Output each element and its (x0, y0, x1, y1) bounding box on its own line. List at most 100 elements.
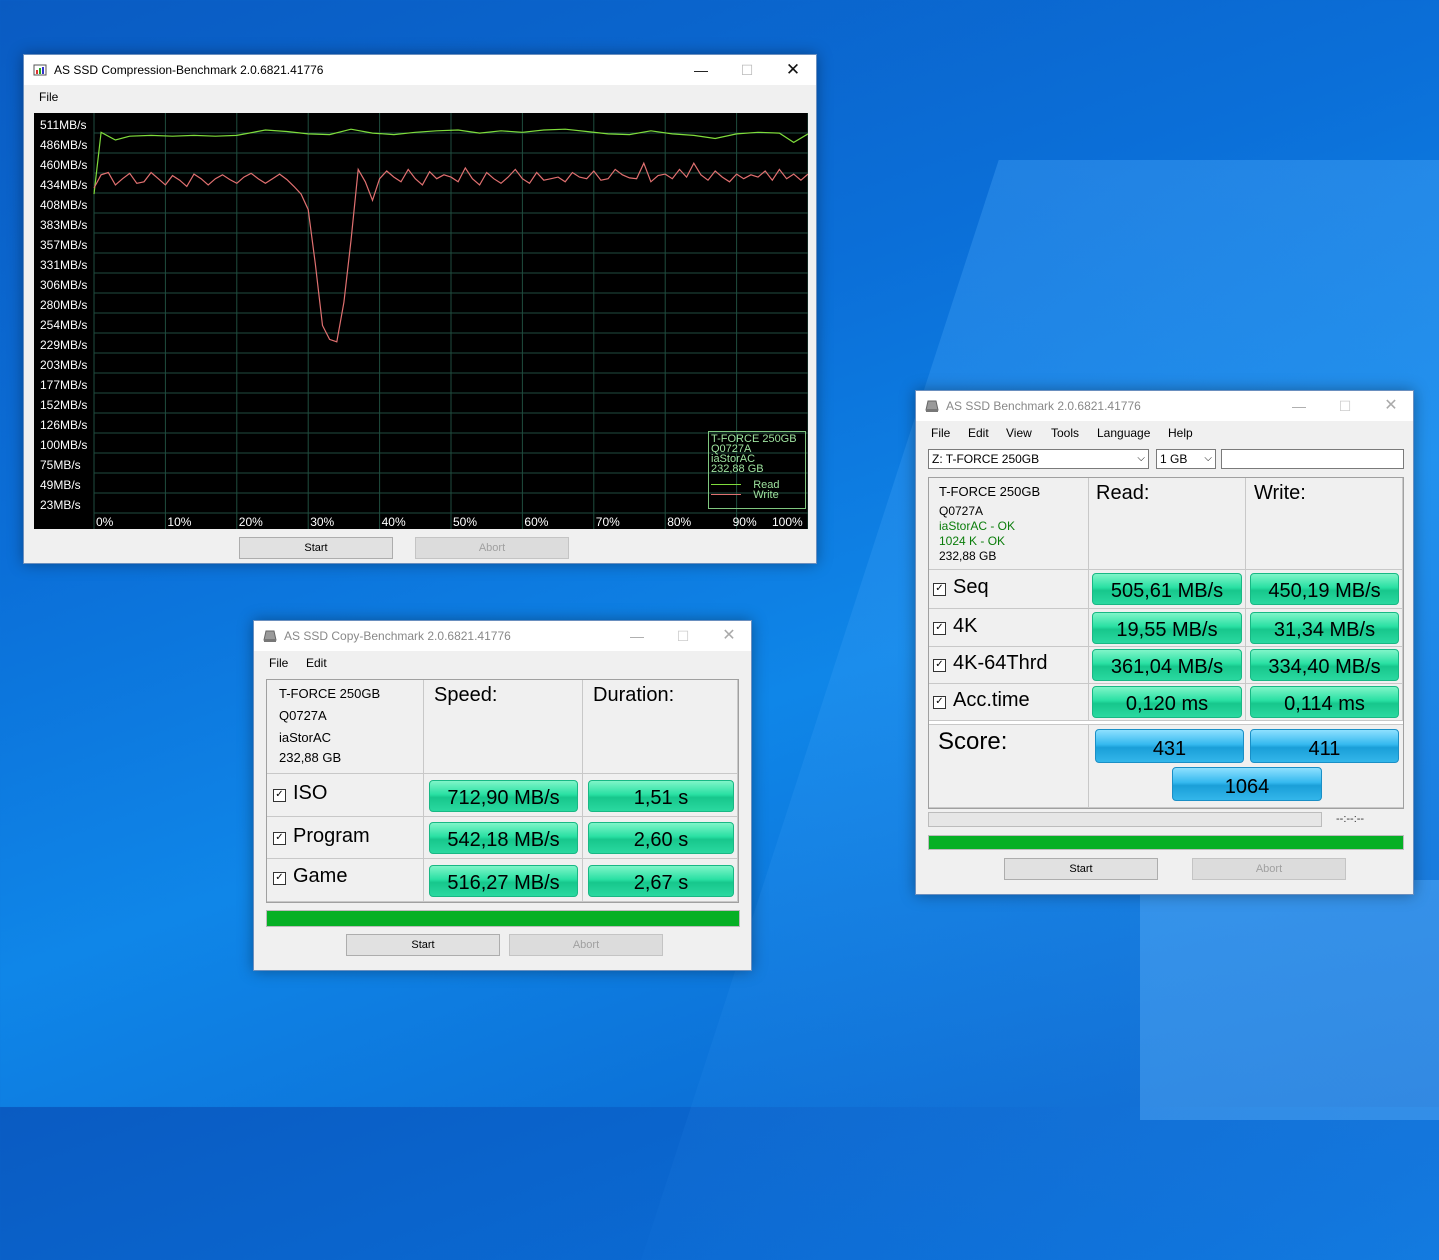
read-header-cell: Read: (1089, 478, 1246, 570)
drive-name: T-FORCE 250GB (939, 484, 1041, 499)
4k-read-cell: 19,55 MB/s (1089, 609, 1246, 647)
abort-button[interactable]: Abort (415, 537, 569, 559)
menu-file[interactable]: File (931, 426, 950, 440)
compression-graph: 511MB/s 486MB/s 460MB/s 434MB/s 408MB/s 383MB… (34, 113, 808, 529)
window-title: AS SSD Benchmark 2.0.6821.41776 (946, 399, 1141, 413)
duration-header: Duration: (593, 684, 675, 706)
program-label: Program (293, 825, 370, 847)
menu-view[interactable]: View (1006, 426, 1032, 440)
score-total-value: 1064 (1172, 767, 1322, 801)
game-speed-cell: 516,27 MB/s (424, 859, 583, 902)
iso-checkbox[interactable]: ✓ (273, 789, 286, 802)
drive-info-cell: T-FORCE 250GB Q0727A iaStorAC 232,88 GB (267, 680, 424, 774)
drive-select[interactable]: Z: T-FORCE 250GB ⌵ (928, 449, 1149, 469)
seq-checkbox[interactable]: ✓ (933, 583, 946, 596)
menu-bar: File (24, 85, 816, 109)
y-tick-label: 100MB/s (40, 438, 88, 452)
score-label-cell: Score: (929, 724, 1089, 808)
start-button[interactable]: Start (1004, 858, 1158, 880)
title-bar[interactable]: AS SSD Copy-Benchmark 2.0.6821.41776 — ☐… (254, 621, 751, 651)
x-tick-label: 80% (667, 515, 692, 529)
duration-header-cell: Duration: (583, 680, 738, 774)
size-select[interactable]: 1 GB ⌵ (1156, 449, 1216, 469)
score-read-value: 431 (1095, 729, 1244, 763)
menu-file[interactable]: File (269, 656, 288, 670)
drive-firmware: Q0727A (279, 708, 327, 723)
wallpaper-light-block (1140, 880, 1439, 1120)
y-tick-label: 280MB/s (40, 298, 88, 312)
speed-header: Speed: (434, 684, 498, 706)
y-tick-label: 383MB/s (40, 218, 88, 232)
minimize-icon[interactable]: — (614, 621, 660, 651)
y-tick-label: 229MB/s (40, 338, 88, 352)
acc-time-read-cell: 0,120 ms (1089, 684, 1246, 721)
x-tick-label: 0% (96, 515, 114, 529)
copy-progress-bar (266, 910, 740, 927)
write-header-cell: Write: (1246, 478, 1403, 570)
maximize-icon[interactable]: ☐ (1322, 391, 1368, 421)
minimize-icon[interactable]: — (678, 55, 724, 85)
seq-write-cell: 450,19 MB/s (1246, 570, 1403, 609)
program-duration-cell: 2,60 s (583, 817, 738, 859)
menu-edit[interactable]: Edit (968, 426, 989, 440)
4k-64thrd-write-value: 334,40 MB/s (1250, 649, 1399, 681)
4k-64thrd-checkbox[interactable]: ✓ (933, 659, 946, 672)
program-speed-cell: 542,18 MB/s (424, 817, 583, 859)
benchmark-window: AS SSD Benchmark 2.0.6821.41776 — ☐ ✕ Fi… (915, 390, 1414, 895)
y-tick-label: 486MB/s (40, 138, 88, 152)
alignment-status: 1024 K - OK (939, 534, 1006, 548)
benchmark-progress-bar-top (928, 812, 1322, 827)
driver-status: iaStorAC - OK (939, 519, 1016, 533)
compression-chart (93, 113, 808, 529)
row-iso: ✓ ISO (267, 774, 424, 817)
menu-edit[interactable]: Edit (306, 656, 327, 670)
program-checkbox[interactable]: ✓ (273, 832, 286, 845)
y-tick-label: 126MB/s (40, 418, 88, 432)
compression-benchmark-window: AS SSD Compression-Benchmark 2.0.6821.41… (23, 54, 817, 564)
y-tick-label: 203MB/s (40, 358, 88, 372)
start-button[interactable]: Start (239, 537, 393, 559)
close-icon[interactable]: ✕ (706, 621, 752, 651)
y-tick-label: 254MB/s (40, 318, 88, 332)
title-bar[interactable]: AS SSD Compression-Benchmark 2.0.6821.41… (24, 55, 816, 85)
close-icon[interactable]: ✕ (770, 55, 816, 85)
y-tick-label: 75MB/s (40, 458, 81, 472)
x-tick-label: 90% (732, 515, 757, 529)
row-program: ✓ Program (267, 817, 424, 859)
game-speed-value: 516,27 MB/s (429, 865, 578, 897)
4k-64thrd-read-value: 361,04 MB/s (1092, 649, 1242, 681)
close-icon[interactable]: ✕ (1368, 391, 1414, 421)
y-tick-label: 460MB/s (40, 158, 88, 172)
seq-read-cell: 505,61 MB/s (1089, 570, 1246, 609)
menu-language[interactable]: Language (1097, 426, 1150, 440)
maximize-icon[interactable]: ☐ (724, 55, 770, 85)
window-title: AS SSD Compression-Benchmark 2.0.6821.41… (54, 63, 324, 77)
title-bar[interactable]: AS SSD Benchmark 2.0.6821.41776 — ☐ ✕ (916, 391, 1413, 421)
iso-duration-value: 1,51 s (588, 780, 734, 812)
chevron-down-icon: ⌵ (1137, 453, 1145, 464)
menu-bar: File Edit View Tools Language Help (916, 421, 1413, 445)
abort-button[interactable]: Abort (1192, 858, 1346, 880)
menu-tools[interactable]: Tools (1051, 426, 1079, 440)
benchmark-progress-bar-bottom (928, 835, 1404, 850)
row-seq: ✓ Seq (929, 570, 1089, 609)
graph-legend: T-FORCE 250GB Q0727A iaStorAC 232,88 GB … (708, 431, 806, 509)
4k-checkbox[interactable]: ✓ (933, 622, 946, 635)
game-checkbox[interactable]: ✓ (273, 872, 286, 885)
minimize-icon[interactable]: — (1276, 391, 1322, 421)
y-tick-label: 331MB/s (40, 258, 88, 272)
maximize-icon[interactable]: ☐ (660, 621, 706, 651)
menu-file[interactable]: File (39, 90, 58, 104)
read-header: Read: (1096, 482, 1150, 504)
menu-help[interactable]: Help (1168, 426, 1193, 440)
copy-results-table: T-FORCE 250GB Q0727A iaStorAC 232,88 GB … (266, 679, 739, 903)
y-tick-label: 408MB/s (40, 198, 88, 212)
start-button[interactable]: Start (346, 934, 500, 956)
4k-read-value: 19,55 MB/s (1092, 612, 1242, 644)
acc-time-checkbox[interactable]: ✓ (933, 696, 946, 709)
x-tick-label: 50% (453, 515, 478, 529)
notes-input[interactable] (1221, 449, 1404, 469)
abort-button[interactable]: Abort (509, 934, 663, 956)
drive-icon (263, 630, 277, 642)
score-values-cell: 431 411 1064 (1089, 724, 1403, 808)
